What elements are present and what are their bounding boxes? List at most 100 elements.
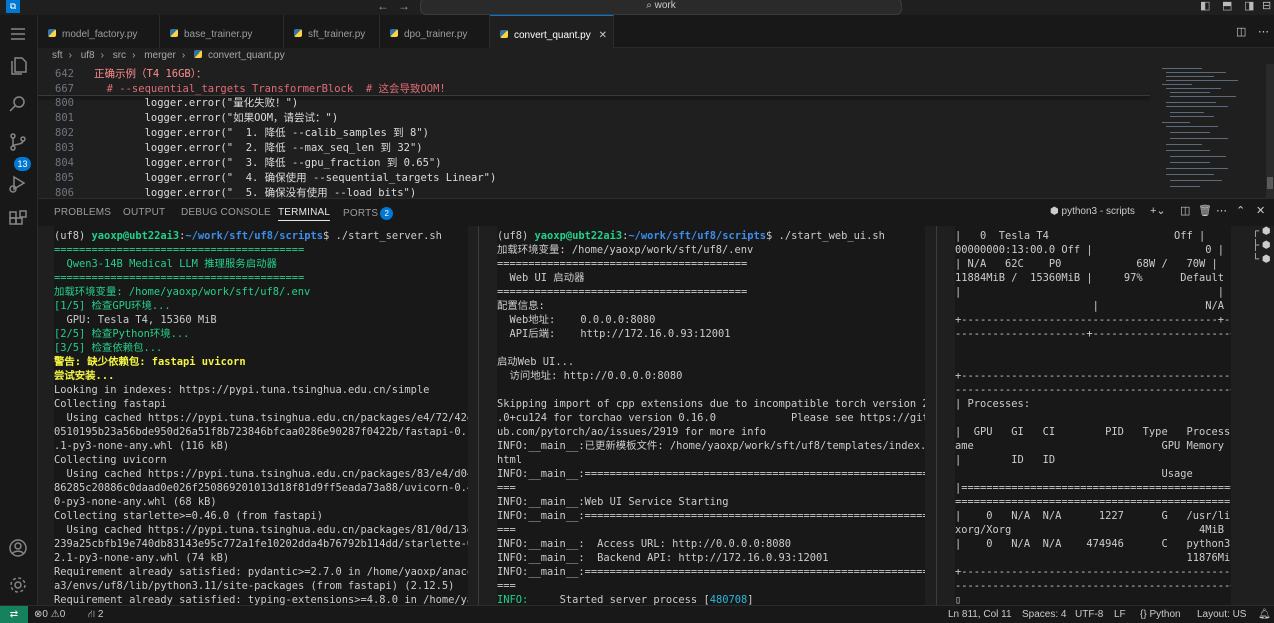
sticky-scroll-line[interactable]: 667 # --sequential_targets TransformerBl…: [38, 81, 1158, 96]
tab-debug-console[interactable]: DEBUG CONSOLE: [181, 207, 271, 218]
customize-layout-icon[interactable]: ⊟: [1262, 0, 1271, 12]
editor-scrollbar[interactable]: [1266, 64, 1274, 198]
close-icon[interactable]: ✕: [599, 16, 607, 55]
terminal-line: INFO:__main__:==========================…: [497, 565, 925, 579]
terminal-list-item-icon[interactable]: ┌ ⬢: [1252, 226, 1274, 240]
search-icon[interactable]: [7, 93, 31, 117]
account-icon[interactable]: [7, 537, 31, 561]
tab-terminal[interactable]: TERMINAL: [278, 207, 331, 221]
split-editor-icon[interactable]: ◫: [1236, 25, 1246, 38]
terminal-text: [2/5] 检查Python环境...: [54, 328, 190, 340]
ports-indicator[interactable]: ⛙ 2: [88, 606, 103, 623]
terminal-text: Looking in indexes: https://pypi.tuna.ts…: [54, 384, 430, 396]
sticky-scroll-line[interactable]: 642 正确示例（T4 16GB）：: [38, 66, 1158, 81]
breadcrumb-item[interactable]: merger: [144, 50, 176, 61]
back-arrow-icon[interactable]: ←: [377, 0, 389, 13]
terminal-text: Started server process [: [559, 594, 710, 605]
python-icon: ⬢: [1050, 206, 1062, 217]
breadcrumb-item[interactable]: convert_quant.py: [208, 50, 285, 61]
vscode-logo-icon[interactable]: ⧉: [6, 0, 20, 13]
remote-indicator-icon[interactable]: ⇄: [0, 606, 28, 623]
code-line[interactable]: 802 logger.error(" 1. 降低 --calib_samples…: [38, 125, 1158, 140]
code-line[interactable]: 806 logger.error(" 5. 确保没有使用 --load_bits…: [38, 185, 1158, 198]
new-terminal-icon[interactable]: +⌄: [1150, 204, 1166, 217]
terminal-divider[interactable]: [478, 226, 479, 605]
terminal-text: 2.1-py3-none-any.whl (74 kB): [54, 552, 230, 564]
terminal-line: a3/envs/uf8/lib/python3.11/site-packages…: [54, 579, 468, 593]
terminal-text: ~/work/sft/uf8/scripts: [185, 230, 324, 242]
terminal-line: 访问地址: http://0.0.0.0:8080: [497, 369, 925, 383]
activity-bar: 13: [0, 15, 38, 605]
code-line[interactable]: 801 logger.error("如果OOM，请尝试："): [38, 110, 1158, 125]
close-panel-icon[interactable]: ✕: [1256, 204, 1265, 217]
terminal-selector[interactable]: ⬢ python3 - scripts: [1050, 206, 1135, 217]
code-line[interactable]: 803 logger.error(" 2. 降低 --max_seq_len 到…: [38, 140, 1158, 155]
terminal-text: Web地址: 0.0.0.0:8080: [497, 314, 656, 326]
toggle-sidebar-icon[interactable]: ◧: [1200, 0, 1210, 12]
minimap[interactable]: [1160, 64, 1260, 194]
terminal-line: 0510195b23a56bde950d26a51f8b723846bfcaa0…: [54, 425, 468, 439]
explorer-icon[interactable]: [7, 55, 31, 79]
terminal-line: .0+cu124 for torchao version 0.16.0 Plea…: [497, 411, 925, 425]
split-terminal-icon[interactable]: ◫: [1180, 204, 1190, 217]
toggle-secondary-sidebar-icon[interactable]: ◨: [1244, 0, 1254, 12]
tab-model-factory[interactable]: model_factory.py: [38, 15, 160, 48]
menu-icon[interactable]: [7, 23, 31, 47]
language-mode[interactable]: {} Python: [1140, 606, 1181, 623]
breadcrumb-item[interactable]: uf8: [81, 50, 95, 61]
run-debug-icon[interactable]: [7, 172, 31, 196]
tab-sft-trainer[interactable]: sft_trainer.py: [284, 15, 380, 48]
tab-label: dpo_trainer.py: [404, 29, 468, 40]
scrollbar-thumb[interactable]: [1267, 177, 1273, 189]
tab-base-trainer[interactable]: base_trainer.py: [160, 15, 284, 48]
tab-convert-quant[interactable]: convert_quant.py ✕: [490, 15, 614, 48]
tab-output[interactable]: OUTPUT: [123, 207, 165, 218]
indentation[interactable]: Spaces: 4: [1022, 606, 1066, 623]
end-of-line[interactable]: LF: [1114, 606, 1126, 623]
trash-icon[interactable]: 🗑: [1198, 204, 1212, 217]
terminal-list-item-icon[interactable]: └ ⬢: [1252, 254, 1274, 268]
keyboard-layout[interactable]: Layout: US: [1197, 606, 1246, 623]
breadcrumb-item[interactable]: sft: [52, 50, 63, 61]
terminal-text: ===: [497, 482, 516, 494]
settings-gear-icon[interactable]: [7, 574, 31, 598]
breadcrumb-item[interactable]: src: [113, 50, 126, 61]
problems-indicator[interactable]: ⊗0 ⚠0: [34, 606, 65, 623]
search-icon: ⌕: [646, 0, 655, 11]
terminal-text: (uf8): [497, 230, 535, 242]
more-actions-icon[interactable]: ⋯: [1258, 25, 1269, 38]
encoding[interactable]: UTF-8: [1075, 606, 1103, 623]
source-control-icon[interactable]: [7, 131, 31, 155]
toggle-panel-icon[interactable]: ⬒: [1222, 0, 1232, 12]
tab-problems[interactable]: PROBLEMS: [54, 207, 111, 218]
terminal-text: 480708: [709, 594, 748, 605]
terminal-text: 警告: 缺少依赖包: fastapi uvicorn: [54, 356, 246, 368]
terminal-list-item-icon[interactable]: ├ ⬢: [1252, 240, 1274, 254]
code-editor[interactable]: 642 正确示例（T4 16GB）： 667 # --sequential_tar…: [38, 64, 1274, 198]
tab-dpo-trainer[interactable]: dpo_trainer.py: [380, 15, 490, 48]
python-file-icon: [294, 29, 302, 37]
terminal-nvidia-smi[interactable]: | 0 Tesla T4 Off | 00000000:13:00.0 Off |…: [955, 226, 1231, 605]
terminal-line: +---------------------------------------…: [955, 313, 1231, 327]
line-number: 803: [55, 142, 74, 154]
code-line[interactable]: 805 logger.error(" 4. 确保使用 --sequential_…: [38, 170, 1158, 185]
tab-ports[interactable]: PORTS 2: [343, 207, 394, 220]
code-line[interactable]: 800 logger.error("量化失败！"): [38, 95, 1158, 110]
terminal-line: Web地址: 0.0.0.0:8080: [497, 313, 925, 327]
terminal-text: xorg/Xorg 4MiB |: [955, 524, 1231, 536]
maximize-panel-icon[interactable]: ⌃: [1236, 204, 1245, 217]
cursor-position[interactable]: Ln 811, Col 11: [948, 606, 1012, 623]
more-actions-icon[interactable]: ⋯: [1216, 204, 1227, 217]
terminal-text: INFO:__main__:==========================…: [497, 468, 925, 480]
terminal-text: INFO:__main__: Backend API: http://172.1…: [497, 552, 829, 564]
forward-arrow-icon[interactable]: →: [398, 0, 410, 13]
notifications-bell-icon[interactable]: 🔔︎: [1258, 606, 1271, 623]
terminal-web-ui[interactable]: (uf8) yaoxp@ubt22ai3:~/work/sft/uf8/scri…: [497, 226, 925, 605]
command-center-search[interactable]: ⌕ work: [420, 0, 902, 15]
extensions-icon[interactable]: [7, 208, 31, 232]
terminal-divider[interactable]: [936, 226, 937, 605]
code-line[interactable]: 804 logger.error(" 3. 降低 --gpu_fraction …: [38, 155, 1158, 170]
terminal-server[interactable]: (uf8) yaoxp@ubt22ai3:~/work/sft/uf8/scri…: [54, 226, 468, 605]
